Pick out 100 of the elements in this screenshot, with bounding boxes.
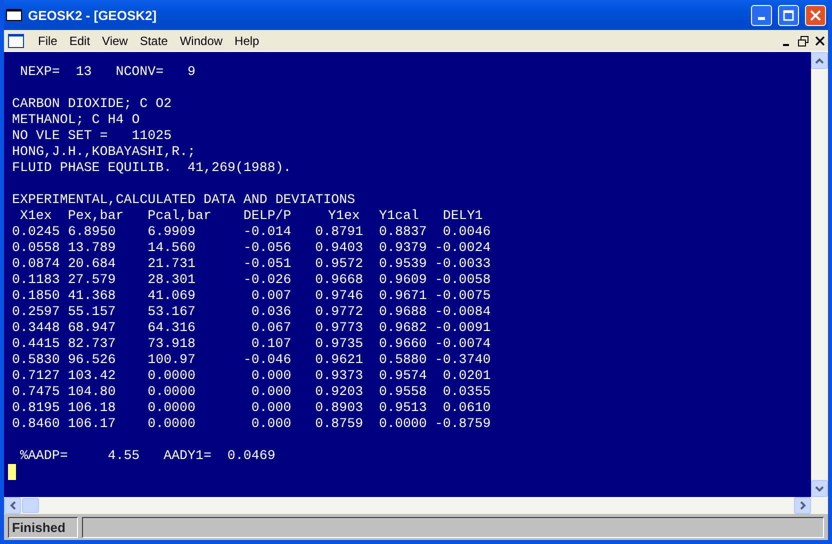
menu-item[interactable]: Edit — [63, 34, 96, 48]
table-cell-text: 0.067 — [250, 320, 292, 336]
scroll-up-button[interactable] — [811, 52, 828, 69]
table-cell-text: 0.9621 — [314, 352, 364, 368]
table-cell-text: 0.036 — [250, 304, 292, 320]
minimize-icon — [782, 44, 788, 46]
column-header: DELY1 — [442, 208, 483, 224]
table-cell-text: 104.80 — [66, 384, 116, 400]
table-cell: 0.0558 — [12, 240, 60, 256]
table-cell-text: 96.526 — [66, 352, 116, 368]
column-header: X1ex — [20, 208, 52, 224]
scroll-right-button[interactable] — [794, 497, 811, 514]
maximize-icon — [783, 10, 794, 20]
table-cell: 0.5830 — [12, 352, 60, 368]
table-cell: 0.7475 — [12, 384, 60, 400]
table-cell-text: 0.8791 — [314, 224, 364, 240]
table-cell: 0.8460 — [12, 416, 60, 432]
minimize-button[interactable] — [751, 4, 772, 26]
table-cell-text: 106.17 — [66, 416, 116, 432]
table-cell-text: 0.9735 — [314, 336, 364, 352]
table-cell-text: 0.007 — [250, 288, 292, 304]
status-text: Finished — [8, 516, 78, 538]
table-cell-text: -0.0074 — [434, 336, 491, 352]
table-cell-text: 0.9539 — [378, 256, 427, 272]
table-cell-text: 0.8837 — [378, 224, 427, 240]
window-title: GEOSK2 - [GEOSK2] — [28, 8, 157, 22]
table-cell-text: -0.0058 — [434, 272, 491, 288]
table-cell-text: -0.056 — [242, 240, 292, 256]
table-cell-text: 0.0046 — [442, 224, 491, 240]
output-line: METHANOL; C H4 O — [12, 112, 140, 128]
table-cell-text: 0.9746 — [314, 288, 364, 304]
table-cell: 0.7127 — [12, 368, 60, 384]
table-cell-text: 0.9373 — [314, 368, 364, 384]
table-cell-text: 0.0355 — [442, 384, 491, 400]
output-line: HONG,J.H.,KOBAYASHI,R.; — [12, 144, 196, 160]
table-cell-text: 0.9671 — [378, 288, 427, 304]
table-cell-text: 6.9909 — [146, 224, 196, 240]
table-cell-text: -0.0024 — [434, 240, 491, 256]
table-cell-text: 0.9660 — [378, 336, 427, 352]
table-title: EXPERIMENTAL,CALCULATED DATA AND DEVIATIONS — [12, 192, 356, 208]
table-cell-text: 13.789 — [66, 240, 116, 256]
column-header: Pex,bar — [68, 208, 124, 224]
table-cell-text: 0.0610 — [442, 400, 491, 416]
table-cell-text: 0.9558 — [378, 384, 427, 400]
table-cell: 0.3448 — [12, 320, 60, 336]
table-cell-text: 21.731 — [146, 256, 196, 272]
table-cell-text: 100.97 — [146, 352, 196, 368]
table-cell-text: 0.9379 — [378, 240, 427, 256]
menu-item[interactable]: Window — [174, 34, 229, 48]
table-cell-text: 0.9668 — [314, 272, 364, 288]
menu-item[interactable]: View — [96, 34, 134, 48]
table-cell-text: 0.5880 — [378, 352, 427, 368]
table-cell-text: 55.157 — [66, 304, 116, 320]
table-cell-text: 64.316 — [146, 320, 196, 336]
scroll-left-button[interactable] — [4, 497, 21, 514]
table-cell-text: 0.9609 — [378, 272, 427, 288]
output-line: CARBON DIOXIDE; C O2 — [12, 96, 172, 112]
menu-item[interactable]: State — [134, 34, 174, 48]
table-cell-text: 14.560 — [146, 240, 196, 256]
table-cell-text: 0.9513 — [378, 400, 427, 416]
table-cell-text: 0.0000 — [146, 368, 196, 384]
table-cell-text: 0.9403 — [314, 240, 364, 256]
table-cell: 0.0245 — [12, 224, 60, 240]
table-cell: 0.0874 — [12, 256, 60, 272]
scroll-down-button[interactable] — [811, 480, 828, 497]
table-cell-text: 0.0000 — [146, 384, 196, 400]
table-cell-text: 0.8759 — [314, 416, 364, 432]
table-cell-text: -0.0033 — [434, 256, 491, 272]
maximize-button[interactable] — [778, 4, 799, 26]
table-cell-text: 0.0000 — [146, 400, 196, 416]
table-cell-text: 106.18 — [66, 400, 116, 416]
table-cell-text: 73.918 — [146, 336, 196, 352]
table-cell-text: -0.8759 — [434, 416, 491, 432]
menu-item[interactable]: Help — [228, 34, 266, 48]
table-cell-text: 20.684 — [66, 256, 116, 272]
output-line: NO VLE SET = 11025 — [12, 128, 172, 144]
column-header: Y1cal — [379, 208, 419, 224]
table-cell-text: 0.9772 — [314, 304, 364, 320]
table-cell-text: -0.0084 — [434, 304, 491, 320]
table-cell-text: 0.9682 — [378, 320, 427, 336]
scrollbar-thumb[interactable] — [22, 498, 39, 513]
table-cell-text: 0.9574 — [378, 368, 427, 384]
table-cell-text: 27.579 — [66, 272, 116, 288]
table-cell-text: -0.014 — [242, 224, 292, 240]
table-cell-text: -0.026 — [242, 272, 292, 288]
close-button[interactable] — [805, 4, 826, 26]
table-cell-text: 0.000 — [250, 416, 292, 432]
close-icon — [814, 34, 826, 46]
window-icon — [6, 9, 22, 21]
table-cell-text: -0.3740 — [434, 352, 491, 368]
table-cell-text: 0.0201 — [442, 368, 491, 384]
table-cell-text: 0.9203 — [314, 384, 364, 400]
menu-item[interactable]: File — [32, 34, 64, 48]
restore-icon — [796, 34, 808, 46]
table-cell-text: 0.0000 — [146, 416, 196, 432]
table-cell-text: 0.9773 — [314, 320, 364, 336]
table-cell-text: 0.000 — [250, 400, 292, 416]
minimize-icon — [758, 17, 765, 20]
table-cell: 0.2597 — [12, 304, 60, 320]
table-cell-text: -0.0091 — [434, 320, 491, 336]
